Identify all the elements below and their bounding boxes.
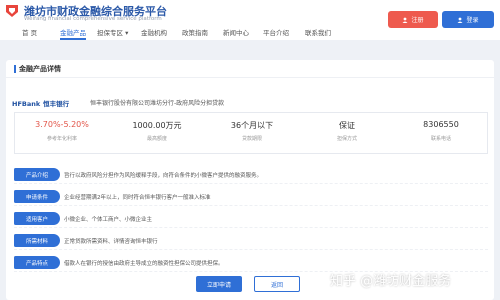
back-button[interactable]: 返回	[254, 276, 300, 292]
user-icon	[457, 17, 463, 23]
detail-text: 企业经营期满2年以上，同时符合恒丰银行客户一般准入标准	[64, 195, 211, 201]
stat-value: 36个月以下	[230, 121, 274, 130]
stat-value: 保证	[339, 121, 355, 130]
stat-phone: 8306550 联系电话	[394, 113, 488, 153]
stat-term: 36个月以下 贷款期限	[205, 113, 299, 153]
stat-value: 3.70%-5.20%	[35, 120, 89, 129]
stat-value: 8306550	[423, 120, 459, 129]
nav-home[interactable]: 首 页	[22, 27, 37, 37]
detail-tag: 适用客户	[14, 212, 60, 225]
detail-row: 所需材料 正常贷款所需资料、详情咨询恒丰银行	[14, 230, 488, 250]
stat-guarantee: 保证 担保方式	[300, 113, 394, 153]
detail-row: 适用客户 小微企业、个体工商户、小微企业主	[14, 208, 488, 228]
register-label: 注册	[411, 17, 424, 24]
bank-logo-en: HFBank	[12, 100, 41, 108]
watermark: 知乎 @潍坊财金服务	[330, 274, 452, 289]
detail-tag: 产品介绍	[14, 168, 60, 181]
detail-row: 产品介绍 旨行以政府风险分担作为风险缓释手段，向符合条件的小微客户提供的融资服务…	[14, 164, 488, 184]
stat-label: 担保方式	[336, 136, 357, 142]
detail-row: 产品特点 借款人在银行的授信由政府主导成立的融资性担保公司提供担保。	[14, 252, 488, 272]
detail-text: 借款人在银行的授信由政府主导成立的融资性担保公司提供担保。	[64, 261, 224, 267]
panel-header: 金融产品详情	[6, 60, 494, 78]
nav-financial-institutions[interactable]: 金融机构	[141, 27, 167, 37]
stat-label: 参考年化利率	[46, 136, 77, 142]
product-name: 恒丰银行股份有限公司潍坊分行-政府风险分担贷款	[90, 100, 225, 107]
nav-active-indicator	[60, 38, 86, 40]
stat-rate: 3.70%-5.20% 参考年化利率	[15, 113, 109, 153]
stat-label: 最高额度	[146, 136, 167, 142]
panel-title: 金融产品详情	[19, 65, 61, 73]
apply-now-button[interactable]: 立即申请	[196, 276, 242, 292]
login-label: 登录	[466, 17, 479, 24]
stat-value: 1000.00万元	[132, 121, 182, 130]
detail-tag: 申请条件	[14, 190, 60, 203]
detail-text: 小微企业、个体工商户、小微企业主	[64, 217, 153, 223]
nav-financial-products[interactable]: 金融产品	[60, 27, 86, 37]
detail-text: 正常贷款所需资料、详情咨询恒丰银行	[64, 239, 158, 245]
detail-tag: 产品特点	[14, 256, 60, 269]
bank-logo-cn: 恒丰银行	[43, 100, 70, 108]
detail-tag: 所需材料	[14, 234, 60, 247]
product-detail-panel: 金融产品详情 HFBank 恒丰银行 恒丰银行股份有限公司潍坊分行-政府风险分担贷…	[6, 60, 494, 300]
user-icon	[402, 17, 408, 23]
login-button[interactable]: 登录	[442, 11, 494, 28]
stat-max-amount: 1000.00万元 最高额度	[110, 113, 204, 153]
main-nav: 首 页 金融产品 担保专区 ▾ 金融机构 政策指南 新闻中心 平台介绍 联系我们	[0, 23, 380, 40]
nav-platform-intro[interactable]: 平台介绍	[263, 27, 289, 37]
nav-policy-guide[interactable]: 政策指南	[182, 27, 208, 37]
title-accent-bar	[14, 65, 16, 73]
stat-label: 联系电话	[430, 136, 451, 142]
header: 潍坊市财政金融综合服务平台 Weifang financial comprehe…	[0, 0, 500, 40]
platform-logo-icon	[6, 5, 18, 17]
product-stats: 3.70%-5.20% 参考年化利率 1000.00万元 最高额度 36个月以下…	[14, 112, 488, 154]
site-subtitle: Weifang financial comprehensive service …	[24, 16, 162, 22]
nav-guarantee-zone[interactable]: 担保专区 ▾	[97, 27, 128, 37]
detail-text: 旨行以政府风险分担作为风险缓释手段，向符合条件的小微客户提供的融资服务。	[64, 173, 263, 179]
bank-logo: HFBank 恒丰银行	[12, 98, 69, 108]
detail-row: 申请条件 企业经营期满2年以上，同时符合恒丰银行客户一般准入标准	[14, 186, 488, 206]
register-button[interactable]: 注册	[388, 11, 438, 28]
nav-news-center[interactable]: 新闻中心	[223, 27, 249, 37]
nav-contact-us[interactable]: 联系我们	[305, 27, 331, 37]
stat-label: 贷款期限	[241, 136, 262, 142]
